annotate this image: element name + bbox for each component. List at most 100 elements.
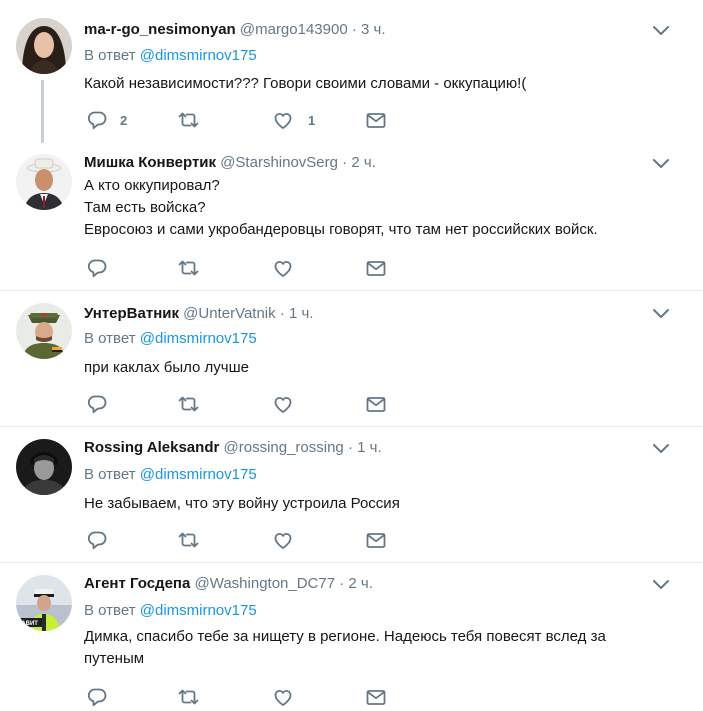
reply-context: В ответ @dimsmirnov175 <box>84 601 257 621</box>
tweet-text-line: Не забываем, что эту войну устроила Росс… <box>84 495 400 512</box>
tweet-3[interactable]: УнтерВатник @UnterVatnik · 1 ч. В ответ … <box>0 291 703 426</box>
timestamp[interactable]: 2 ч. <box>351 154 376 171</box>
retweet-icon <box>178 532 199 548</box>
retweet-icon <box>178 112 199 128</box>
timestamp[interactable]: 2 ч. <box>348 575 373 592</box>
timestamp[interactable]: 1 ч. <box>289 305 314 322</box>
author-handle[interactable]: @margo143900 <box>240 21 348 38</box>
dm-button[interactable] <box>365 257 387 279</box>
reply-to-link[interactable]: @dimsmirnov175 <box>140 330 257 347</box>
tweet-actions <box>84 529 404 551</box>
tweet-actions <box>84 686 404 708</box>
like-count: 1 <box>308 112 316 128</box>
envelope-icon <box>366 690 386 705</box>
tweet-text: А кто оккупировал? Там есть войска? Евро… <box>84 175 664 241</box>
reply-context: В ответ @dimsmirnov175 <box>84 329 257 349</box>
reply-to-link[interactable]: @dimsmirnov175 <box>140 602 257 619</box>
tweet-5[interactable]: НАВИТ Агент Госдепа @Washington_DC77 · 2… <box>0 563 703 711</box>
like-button[interactable] <box>272 257 294 279</box>
reply-context: В ответ @dimsmirnov175 <box>84 46 257 66</box>
author-handle[interactable]: @UnterVatnik <box>183 305 275 322</box>
author-name[interactable]: ma-r-go_nesimonyan <box>84 21 236 38</box>
reply-count: 2 <box>120 112 128 128</box>
tweet-actions: 2 1 <box>84 109 404 131</box>
chevron-down-icon[interactable] <box>652 578 670 592</box>
avatar[interactable] <box>16 303 72 359</box>
chevron-down-icon[interactable] <box>652 157 670 171</box>
chevron-down-icon[interactable] <box>652 307 670 321</box>
dm-button[interactable] <box>365 393 387 415</box>
reply-icon <box>87 395 107 414</box>
separator-dot: · <box>347 439 353 456</box>
heart-icon <box>274 533 292 549</box>
reply-label: В ответ <box>84 466 136 483</box>
tweet-text-line: при каклах было лучше <box>84 359 249 376</box>
dm-button[interactable] <box>365 109 387 131</box>
like-button[interactable] <box>272 529 294 551</box>
retweet-icon <box>178 260 199 276</box>
tweet-text-line: Там есть войска? <box>84 199 206 216</box>
reply-button[interactable] <box>86 257 108 279</box>
tweet-header: УнтерВатник @UnterVatnik · 1 ч. <box>84 304 313 324</box>
reply-button[interactable] <box>86 393 108 415</box>
retweet-button[interactable] <box>177 529 199 551</box>
heart-icon <box>274 113 292 129</box>
reply-to-link[interactable]: @dimsmirnov175 <box>140 466 257 483</box>
tweet-text-line: А кто оккупировал? <box>84 177 220 194</box>
avatar[interactable]: НАВИТ <box>16 575 72 631</box>
reply-button[interactable] <box>86 529 108 551</box>
timestamp[interactable]: 1 ч. <box>357 439 382 456</box>
tweet-2[interactable]: Мишка Конвертик @StarshinovSerg · 2 ч. А… <box>0 143 703 290</box>
tweet-text-line: Евросоюз и сами укробандеровцы говорят, … <box>84 221 598 238</box>
separator-dot: · <box>339 575 345 592</box>
author-name[interactable]: Агент Госдепа <box>84 575 190 592</box>
retweet-button[interactable] <box>177 686 199 708</box>
reply-to-link[interactable]: @dimsmirnov175 <box>140 47 257 64</box>
reply-icon <box>87 531 107 550</box>
retweet-button[interactable] <box>177 109 199 131</box>
reply-icon <box>87 688 107 707</box>
tweet-1[interactable]: ma-r-go_nesimonyan @margo143900 · 3 ч. В… <box>0 0 703 143</box>
envelope-icon <box>366 397 386 412</box>
author-name[interactable]: УнтерВатник <box>84 305 179 322</box>
avatar[interactable] <box>16 154 72 210</box>
avatar-badge-text: НАВИТ <box>17 621 38 627</box>
avatar[interactable] <box>16 439 72 495</box>
tweet-actions <box>84 393 404 415</box>
tweet-4[interactable]: Rossing Aleksandr @rossing_rossing · 1 ч… <box>0 427 703 562</box>
reply-icon <box>87 111 107 130</box>
author-name[interactable]: Rossing Aleksandr <box>84 439 219 456</box>
author-handle[interactable]: @rossing_rossing <box>224 439 344 456</box>
author-name[interactable]: Мишка Конвертик <box>84 154 216 171</box>
like-button[interactable] <box>272 393 294 415</box>
tweet-text: Какой независимости??? Говори своими сло… <box>84 73 664 95</box>
tweet-text-line: путеным <box>84 650 145 667</box>
tweet-header: Мишка Конвертик @StarshinovSerg · 2 ч. <box>84 153 376 173</box>
chevron-down-icon[interactable] <box>652 24 670 38</box>
reply-icon <box>87 259 107 278</box>
like-button[interactable]: 1 <box>272 109 315 131</box>
chevron-down-icon[interactable] <box>652 442 670 456</box>
reply-button[interactable]: 2 <box>86 109 127 131</box>
timestamp[interactable]: 3 ч. <box>361 21 386 38</box>
reply-label: В ответ <box>84 47 136 64</box>
retweet-button[interactable] <box>177 257 199 279</box>
like-button[interactable] <box>272 686 294 708</box>
tweet-header: ma-r-go_nesimonyan @margo143900 · 3 ч. <box>84 20 386 40</box>
reply-button[interactable] <box>86 686 108 708</box>
retweet-button[interactable] <box>177 393 199 415</box>
separator-dot: · <box>351 21 357 38</box>
author-handle[interactable]: @StarshinovSerg <box>220 154 338 171</box>
reply-label: В ответ <box>84 330 136 347</box>
avatar[interactable] <box>16 18 72 74</box>
dm-button[interactable] <box>365 686 387 708</box>
retweet-icon <box>178 396 199 412</box>
tweet-text: при каклах было лучше <box>84 357 664 379</box>
tweet-text-line: Какой независимости??? Говори своими сло… <box>84 75 527 92</box>
dm-button[interactable] <box>365 529 387 551</box>
retweet-icon <box>178 689 199 705</box>
author-handle[interactable]: @Washington_DC77 <box>195 575 336 592</box>
separator-dot: · <box>279 305 285 322</box>
tweet-text: Димка, спасибо тебе за нищету в регионе.… <box>84 626 664 670</box>
tweet-actions <box>84 257 404 279</box>
